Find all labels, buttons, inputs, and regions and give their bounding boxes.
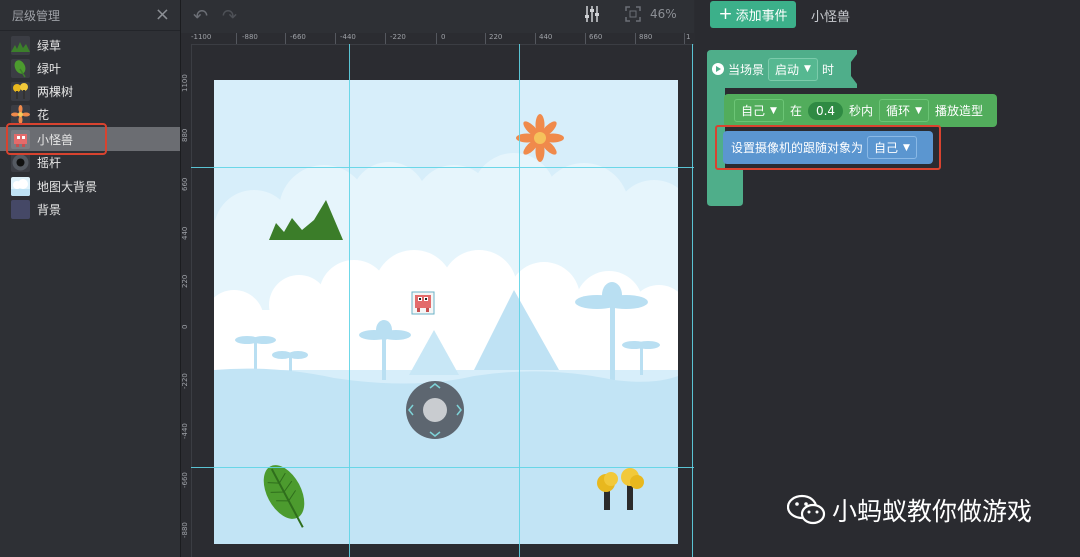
ruler-left: 1100 880 660 440 220 0 -220 -440 -660 -8… bbox=[181, 44, 192, 557]
target-value: 自己 bbox=[741, 104, 766, 118]
layer-item-label: 花 bbox=[37, 108, 50, 122]
ruler-label: 880 bbox=[639, 33, 653, 41]
caret-down-icon: ▼ bbox=[770, 105, 777, 116]
object-title: 小怪兽 bbox=[811, 10, 851, 25]
layer-item-label: 绿叶 bbox=[37, 62, 62, 76]
redo-icon[interactable]: ↷ bbox=[222, 6, 237, 27]
layer-item-label: 地图大背景 bbox=[37, 180, 98, 194]
layer-item-background[interactable]: 背景 bbox=[0, 198, 180, 221]
loop-mode-value: 循环 bbox=[886, 104, 911, 118]
grass-icon bbox=[11, 36, 30, 55]
background-icon bbox=[11, 200, 30, 219]
action-label: 播放造型 bbox=[935, 104, 984, 118]
ruler-label: -440 bbox=[181, 423, 189, 439]
adjust-sliders-icon[interactable] bbox=[584, 5, 600, 28]
joystick-icon bbox=[11, 153, 30, 172]
guide-line-horizontal[interactable] bbox=[191, 167, 694, 168]
ruler-label: -1100 bbox=[191, 33, 212, 41]
ruler-label: 1100 bbox=[181, 74, 189, 92]
ruler-label: 220 bbox=[489, 33, 503, 41]
watermark-text: 小蚂蚁教你做游戏 bbox=[832, 497, 1033, 526]
event-editor: + 添加事件 小怪兽 当场景 启动 ▼ 时 自己 ▼ 在 0.4 秒内 循环 ▼ 播放… bbox=[695, 0, 1080, 557]
fit-screen-icon[interactable] bbox=[625, 6, 641, 27]
ruler-label: -440 bbox=[340, 33, 356, 41]
add-event-label: 添加事件 bbox=[735, 9, 788, 24]
layer-item-label: 小怪兽 bbox=[37, 132, 74, 147]
layer-panel-title: 层级管理 bbox=[12, 8, 61, 23]
caret-down-icon: ▼ bbox=[804, 64, 811, 74]
ruler-label: 0 bbox=[441, 33, 446, 41]
undo-icon[interactable]: ↶ bbox=[193, 6, 208, 27]
ruler-label: 660 bbox=[589, 33, 603, 41]
ruler-label: 880 bbox=[181, 128, 189, 142]
ruler-label: -660 bbox=[181, 472, 189, 488]
set-camera-follow-block[interactable]: 设置摄像机的跟随对象为 自己 ▼ bbox=[723, 131, 933, 164]
scene-artwork bbox=[214, 80, 678, 544]
layer-item-grass[interactable]: 绿草 bbox=[0, 34, 180, 57]
ruler-top: -1100 -880 -660 -440 -220 0 220 440 660 … bbox=[181, 33, 694, 45]
game-stage[interactable] bbox=[214, 80, 678, 544]
map-background-icon bbox=[11, 177, 30, 196]
play-icon bbox=[712, 63, 724, 75]
layer-item-two-trees[interactable]: 两棵树 bbox=[0, 80, 180, 103]
add-event-button[interactable]: + 添加事件 bbox=[710, 1, 796, 28]
trees-icon bbox=[11, 82, 30, 101]
layer-item-label: 背景 bbox=[37, 203, 62, 217]
camera-target-value: 自己 bbox=[874, 141, 899, 155]
leaf-icon bbox=[11, 59, 30, 78]
wechat-icon bbox=[786, 493, 827, 527]
flower-icon bbox=[11, 105, 30, 124]
event-suffix: 时 bbox=[821, 62, 834, 77]
layer-panel-header: 层级管理 × bbox=[0, 0, 180, 31]
close-icon[interactable]: × bbox=[155, 6, 170, 24]
plus-icon: + bbox=[718, 4, 733, 24]
caret-down-icon: ▼ bbox=[903, 142, 910, 153]
monster-icon bbox=[11, 129, 30, 149]
zoom-level: 46% bbox=[650, 7, 677, 21]
word-within: 秒内 bbox=[849, 104, 874, 118]
layer-item-flower[interactable]: 花 bbox=[0, 103, 180, 126]
seconds-input[interactable]: 0.4 bbox=[807, 101, 844, 120]
layer-item-label: 绿草 bbox=[37, 39, 62, 53]
ruler-label: -660 bbox=[290, 33, 306, 41]
camera-block-label: 设置摄像机的跟随对象为 bbox=[731, 141, 864, 155]
layer-item-map-background[interactable]: 地图大背景 bbox=[0, 175, 180, 198]
target-dropdown[interactable]: 自己 ▼ bbox=[734, 99, 784, 122]
layer-panel: 层级管理 × 绿草 绿叶 两棵树 花 小怪兽 摇杆 地图大背景 背景 bbox=[0, 0, 181, 557]
guide-line-vertical[interactable] bbox=[692, 44, 693, 557]
ruler-label: -220 bbox=[390, 33, 406, 41]
ruler-label: 1 bbox=[686, 33, 691, 41]
editor-header: + 添加事件 小怪兽 bbox=[695, 0, 1080, 30]
watermark: 小蚂蚁教你做游戏 bbox=[786, 490, 1033, 530]
layer-item-label: 摇杆 bbox=[37, 156, 62, 170]
event-prefix: 当场景 bbox=[728, 62, 765, 77]
ruler-label: 660 bbox=[181, 177, 189, 191]
guide-line-horizontal[interactable] bbox=[191, 467, 694, 468]
play-animation-block[interactable]: 自己 ▼ 在 0.4 秒内 循环 ▼ 播放造型 bbox=[724, 94, 997, 127]
ruler-label: 440 bbox=[181, 226, 189, 240]
ruler-label: -880 bbox=[181, 522, 189, 538]
layer-item-monster[interactable]: 小怪兽 bbox=[0, 127, 180, 151]
caret-down-icon: ▼ bbox=[915, 105, 922, 116]
loop-mode-dropdown[interactable]: 循环 ▼ bbox=[879, 99, 929, 122]
guide-line-vertical[interactable] bbox=[519, 44, 520, 557]
trigger-dropdown[interactable]: 启动 ▼ bbox=[768, 57, 818, 81]
canvas-toolbar: ↶ ↷ 46% bbox=[181, 0, 694, 34]
camera-target-dropdown[interactable]: 自己 ▼ bbox=[867, 136, 917, 159]
trigger-value: 启动 bbox=[775, 62, 800, 77]
guide-line-vertical[interactable] bbox=[349, 44, 350, 557]
ruler-label: -220 bbox=[181, 373, 189, 389]
ruler-label: 220 bbox=[181, 274, 189, 288]
ruler-label: 0 bbox=[181, 324, 189, 329]
ruler-label: 440 bbox=[539, 33, 553, 41]
layer-item-leaf[interactable]: 绿叶 bbox=[0, 57, 180, 80]
layer-item-label: 两棵树 bbox=[37, 85, 74, 99]
canvas-area: ↶ ↷ 46% -1100 -880 -660 -440 -220 0 220 … bbox=[181, 0, 694, 557]
layer-item-joystick[interactable]: 摇杆 bbox=[0, 151, 180, 174]
word-in: 在 bbox=[789, 104, 802, 118]
scene-start-event-block[interactable]: 当场景 启动 ▼ 时 bbox=[712, 56, 834, 82]
ruler-label: -880 bbox=[242, 33, 258, 41]
